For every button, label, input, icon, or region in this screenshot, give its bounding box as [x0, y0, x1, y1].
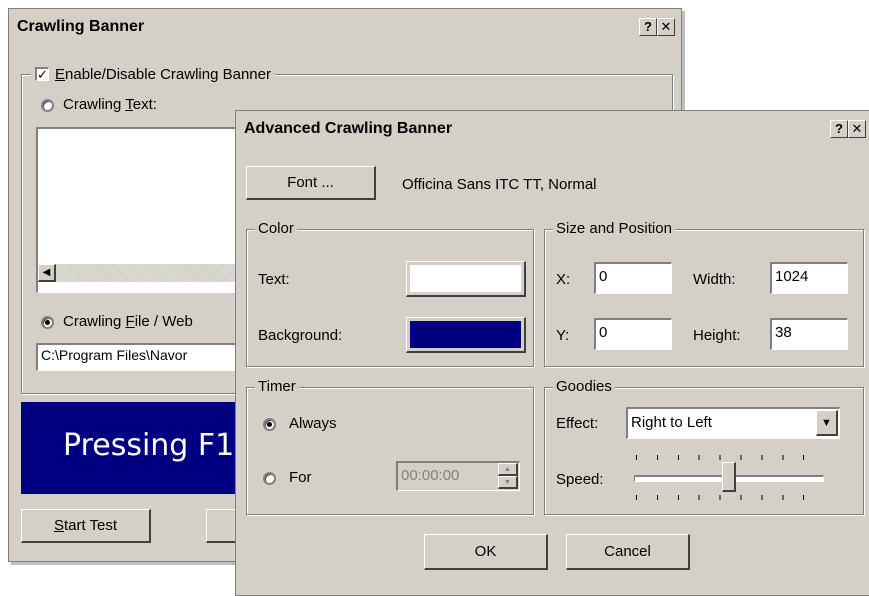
for-radio[interactable]	[263, 472, 276, 485]
color-group-label: Color	[255, 220, 297, 237]
help-button[interactable]: ?	[830, 120, 848, 138]
size-position-group-label: Size and Position	[553, 220, 675, 237]
slider-ticks-top	[636, 455, 822, 460]
y-label: Y:	[556, 327, 570, 344]
banner-preview-text: Pressing F1	[63, 428, 235, 463]
height-label: Height:	[693, 327, 741, 344]
background-color-label: Background:	[258, 327, 343, 344]
crawling-text-label: Crawling Text:	[63, 96, 157, 113]
always-label: Always	[289, 415, 337, 432]
crawling-file-radio[interactable]	[41, 316, 54, 329]
speed-label: Speed:	[556, 471, 604, 488]
spin-down-button[interactable]: ▼	[498, 476, 518, 489]
always-radio[interactable]	[263, 418, 276, 431]
background-color-swatch[interactable]	[406, 317, 526, 353]
dialog-title: Advanced Crawling Banner	[244, 120, 453, 137]
timer-group: Timer	[246, 378, 534, 515]
start-test-button[interactable]: Start Test	[21, 509, 151, 543]
effect-label: Effect:	[556, 415, 599, 432]
height-input[interactable]: 38	[770, 318, 848, 350]
title-bar: Crawling Banner ? ✕	[9, 9, 681, 45]
cancel-button[interactable]: Cancel	[566, 534, 690, 570]
advanced-crawling-banner-dialog: Advanced Crawling Banner ? ✕ Font ... Of…	[235, 110, 869, 596]
horizontal-scrollbar[interactable]: ◀	[38, 264, 246, 282]
close-button[interactable]: ✕	[848, 120, 866, 138]
goodies-group-label: Goodies	[553, 378, 615, 395]
y-input[interactable]: 0	[594, 318, 672, 350]
ok-button[interactable]: OK	[424, 534, 548, 570]
width-label: Width:	[693, 271, 736, 288]
text-color-label: Text:	[258, 271, 290, 288]
text-color-swatch[interactable]	[406, 261, 526, 297]
time-spinner[interactable]: 00:00:00 ▲ ▼	[396, 461, 520, 491]
spin-up-button[interactable]: ▲	[498, 463, 518, 476]
font-value: Officina Sans ITC TT, Normal	[402, 176, 597, 193]
x-label: X:	[556, 271, 571, 288]
for-label: For	[289, 469, 312, 486]
close-button[interactable]: ✕	[657, 18, 675, 36]
text-color-fill	[410, 265, 521, 292]
font-button[interactable]: Font ...	[246, 166, 376, 200]
chevron-down-icon[interactable]: ▼	[816, 410, 838, 436]
scroll-left-button[interactable]: ◀	[38, 264, 56, 282]
slider-ticks-bottom	[636, 495, 822, 500]
title-bar: Advanced Crawling Banner ? ✕	[236, 111, 869, 147]
help-button[interactable]: ?	[639, 18, 657, 36]
crawling-file-label: Crawling File / Web	[63, 313, 193, 330]
speed-slider[interactable]	[628, 451, 830, 503]
x-input[interactable]: 0	[594, 262, 672, 294]
enable-checkbox-row[interactable]: ✓ Enable/Disable Crawling Banner	[31, 64, 275, 84]
enable-checkbox[interactable]: ✓	[35, 67, 49, 81]
dialog-title: Crawling Banner	[17, 18, 145, 35]
background-color-fill	[410, 321, 521, 348]
crawling-text-radio[interactable]	[41, 99, 54, 112]
width-input[interactable]: 1024	[770, 262, 848, 294]
timer-group-label: Timer	[255, 378, 299, 395]
banner-preview: Pressing F1	[21, 402, 251, 494]
file-path-input[interactable]: C:\Program Files\Navor	[36, 343, 246, 371]
enable-checkbox-label: Enable/Disable Crawling Banner	[55, 65, 271, 83]
slider-thumb[interactable]	[722, 462, 736, 492]
effect-select[interactable]: Right to Left ▼	[626, 407, 840, 439]
